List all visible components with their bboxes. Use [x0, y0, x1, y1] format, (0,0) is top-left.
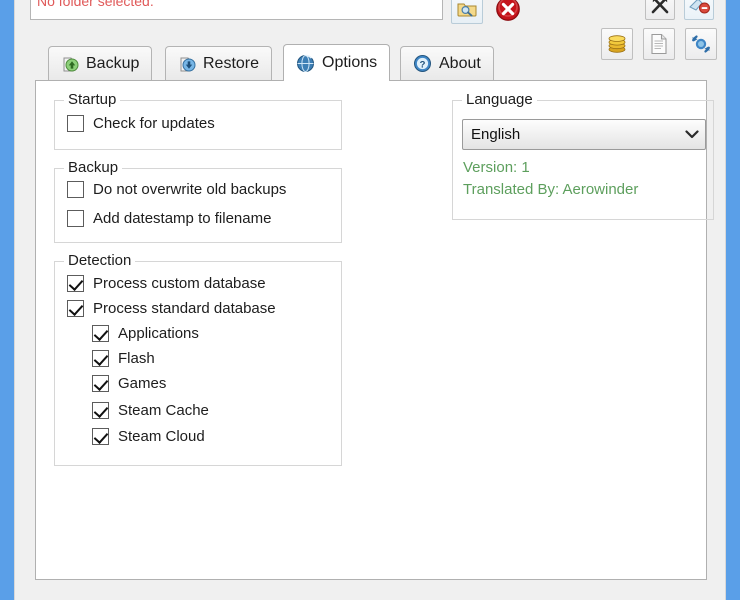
checkbox-label: Steam Cache [118, 402, 209, 419]
checkbox-box[interactable] [92, 350, 109, 367]
pointer-button[interactable] [684, 0, 714, 20]
startup-group: Startup Check for updates [54, 91, 342, 150]
checkbox-process-standard-database[interactable]: Process standard database [67, 300, 276, 317]
checkbox-label: Applications [118, 325, 199, 342]
tab-options[interactable]: Options [283, 44, 391, 81]
checkbox-applications[interactable]: Applications [92, 325, 199, 342]
backup-group-title: Backup [64, 159, 123, 176]
tools-button[interactable] [645, 0, 675, 20]
folder-search-icon [457, 3, 477, 17]
question-mark-about-icon: ? [414, 55, 431, 72]
checkbox-box[interactable] [92, 375, 109, 392]
checkbox-box[interactable] [67, 275, 84, 292]
checkbox-label: Add datestamp to filename [93, 210, 272, 227]
startup-group-title: Startup [64, 91, 121, 108]
checkbox-box[interactable] [67, 115, 84, 132]
green-arrow-backup-icon [63, 57, 79, 71]
backup-group: Backup Do not overwrite old backups Add … [54, 159, 342, 243]
checkbox-games[interactable]: Games [92, 375, 166, 392]
checkbox-box[interactable] [67, 210, 84, 227]
tab-options-label: Options [322, 54, 378, 71]
tab-backup-label: Backup [86, 54, 140, 72]
blue-arrow-restore-icon [180, 57, 196, 71]
red-x-cancel-icon [496, 0, 520, 21]
language-translator-text: Translated By: Aerowinder [463, 181, 639, 198]
clear-folder-button[interactable] [492, 0, 524, 24]
checkbox-steam-cloud[interactable]: Steam Cloud [92, 428, 205, 445]
tab-restore-label: Restore [203, 54, 260, 72]
language-select[interactable]: English [462, 119, 706, 150]
chevron-down-icon [679, 130, 705, 139]
checkbox-box[interactable] [67, 181, 84, 198]
language-group-title: Language [462, 91, 537, 108]
tab-about-label: About [439, 54, 481, 72]
toolbar: No folder selected. [15, 0, 727, 60]
language-group: Language English Version: 1 Translated B… [452, 91, 714, 220]
checkbox-box[interactable] [92, 402, 109, 419]
checkbox-label: Flash [118, 350, 155, 367]
checkbox-box[interactable] [92, 325, 109, 342]
tab-bar: Backup Restore Options ? About [35, 44, 707, 81]
browse-folder-button[interactable] [451, 0, 483, 24]
checkbox-do-not-overwrite-old-backups[interactable]: Do not overwrite old backups [67, 181, 286, 198]
checkbox-flash[interactable]: Flash [92, 350, 155, 367]
checkbox-add-datestamp-to-filename[interactable]: Add datestamp to filename [67, 210, 271, 227]
checkbox-label: Steam Cloud [118, 428, 205, 445]
checkbox-label: Do not overwrite old backups [93, 181, 287, 198]
folder-path-input[interactable]: No folder selected. [30, 0, 443, 20]
application-window: No folder selected. Backup Restore Optio… [0, 0, 740, 600]
globe-options-icon [297, 54, 314, 72]
tab-backup[interactable]: Backup [48, 46, 153, 80]
checkbox-label: Games [118, 375, 167, 392]
options-tab-panel: Startup Check for updates Backup Do not … [35, 80, 714, 580]
language-selected-value: English [471, 126, 521, 143]
svg-text:?: ? [420, 59, 426, 70]
checkbox-process-custom-database[interactable]: Process custom database [67, 275, 266, 292]
checkbox-label: Process custom database [93, 275, 266, 292]
detection-group: Detection Process custom database Proces… [54, 252, 342, 466]
hand-pointer-icon [689, 0, 710, 14]
hammer-wrench-icon [651, 0, 669, 14]
language-version-text: Version: 1 [463, 159, 530, 176]
checkbox-steam-cache[interactable]: Steam Cache [92, 402, 209, 419]
checkbox-box[interactable] [92, 428, 109, 445]
checkbox-check-for-updates[interactable]: Check for updates [67, 115, 215, 132]
checkbox-label: Process standard database [93, 300, 276, 317]
detection-group-title: Detection [64, 252, 136, 269]
checkbox-label: Check for updates [93, 115, 215, 132]
tab-about[interactable]: ? About [400, 46, 494, 80]
tab-restore[interactable]: Restore [165, 46, 273, 80]
window-client-area: No folder selected. Backup Restore Optio… [14, 0, 726, 600]
checkbox-box[interactable] [67, 300, 84, 317]
